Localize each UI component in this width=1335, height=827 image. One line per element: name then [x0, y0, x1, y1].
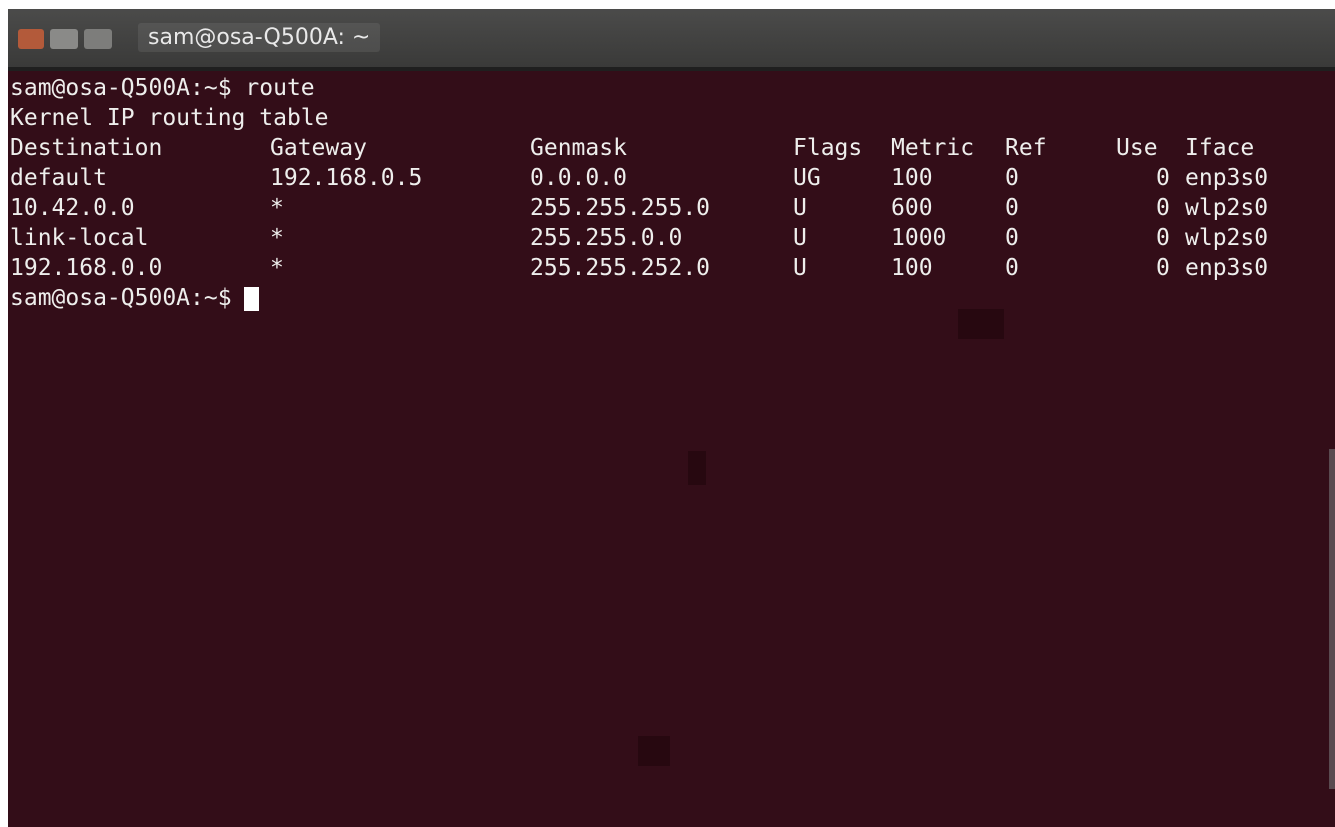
- row-ref: 0: [1005, 195, 1019, 221]
- title-bar[interactable]: sam@osa-Q500A: ~: [8, 9, 1335, 71]
- col-use: Use: [1116, 135, 1158, 161]
- row-destination: link-local: [10, 225, 149, 251]
- col-gateway: Gateway: [270, 135, 367, 161]
- row-ref: 0: [1005, 255, 1019, 281]
- col-destination: Destination: [10, 135, 163, 161]
- row-genmask: 255.255.255.0: [530, 195, 711, 221]
- maximize-button[interactable]: [84, 29, 112, 49]
- text-cursor: [243, 286, 259, 311]
- col-flags: Flags: [793, 135, 863, 161]
- row-iface: wlp2s0: [1185, 225, 1269, 251]
- row-flags: U: [793, 195, 807, 221]
- routing-table-header: Kernel IP routing table: [10, 105, 329, 131]
- row-genmask: 255.255.0.0: [530, 225, 683, 251]
- col-genmask: Genmask: [530, 135, 627, 161]
- row-use: 0: [1156, 225, 1170, 251]
- row-metric: 1000: [891, 225, 947, 251]
- window-controls: [18, 27, 123, 51]
- close-button[interactable]: [18, 29, 44, 49]
- row-iface: wlp2s0: [1185, 195, 1269, 221]
- col-ref: Ref: [1005, 135, 1047, 161]
- row-ref: 0: [1005, 225, 1019, 251]
- row-use: 0: [1156, 165, 1170, 191]
- row-gateway: *: [270, 195, 284, 221]
- row-metric: 600: [891, 195, 933, 221]
- row-flags: U: [793, 225, 807, 251]
- window-title: sam@osa-Q500A: ~: [138, 23, 381, 52]
- command-line: sam@osa-Q500A:~$ route: [10, 73, 315, 103]
- command-text: route: [245, 75, 315, 101]
- row-ref: 0: [1005, 165, 1019, 191]
- artifact: [958, 309, 1004, 339]
- terminal-window: sam@osa-Q500A: ~ sam@osa-Q500A:~$ route …: [8, 9, 1335, 827]
- row-use: 0: [1156, 255, 1170, 281]
- row-destination: 10.42.0.0: [10, 195, 135, 221]
- minimize-button[interactable]: [50, 29, 78, 49]
- row-gateway: 192.168.0.5: [270, 165, 423, 191]
- artifact: [638, 736, 670, 766]
- row-gateway: *: [270, 225, 284, 251]
- row-genmask: 0.0.0.0: [530, 165, 627, 191]
- row-metric: 100: [891, 255, 933, 281]
- row-flags: U: [793, 255, 807, 281]
- row-metric: 100: [891, 165, 933, 191]
- row-gateway: *: [270, 255, 284, 281]
- artifact: [688, 451, 706, 485]
- row-use: 0: [1156, 195, 1170, 221]
- col-iface: Iface: [1185, 135, 1255, 161]
- prompt: sam@osa-Q500A:~$: [10, 285, 232, 311]
- row-iface: enp3s0: [1185, 255, 1269, 281]
- row-destination: 192.168.0.0: [10, 255, 163, 281]
- row-flags: UG: [793, 165, 821, 191]
- col-metric: Metric: [891, 135, 975, 161]
- prompt: sam@osa-Q500A:~$: [10, 75, 232, 101]
- current-prompt-line[interactable]: sam@osa-Q500A:~$: [10, 283, 259, 313]
- row-destination: default: [10, 165, 107, 191]
- row-genmask: 255.255.252.0: [530, 255, 711, 281]
- row-iface: enp3s0: [1185, 165, 1269, 191]
- scrollbar[interactable]: [1329, 449, 1335, 789]
- terminal-output[interactable]: sam@osa-Q500A:~$ route Kernel IP routing…: [8, 71, 1335, 827]
